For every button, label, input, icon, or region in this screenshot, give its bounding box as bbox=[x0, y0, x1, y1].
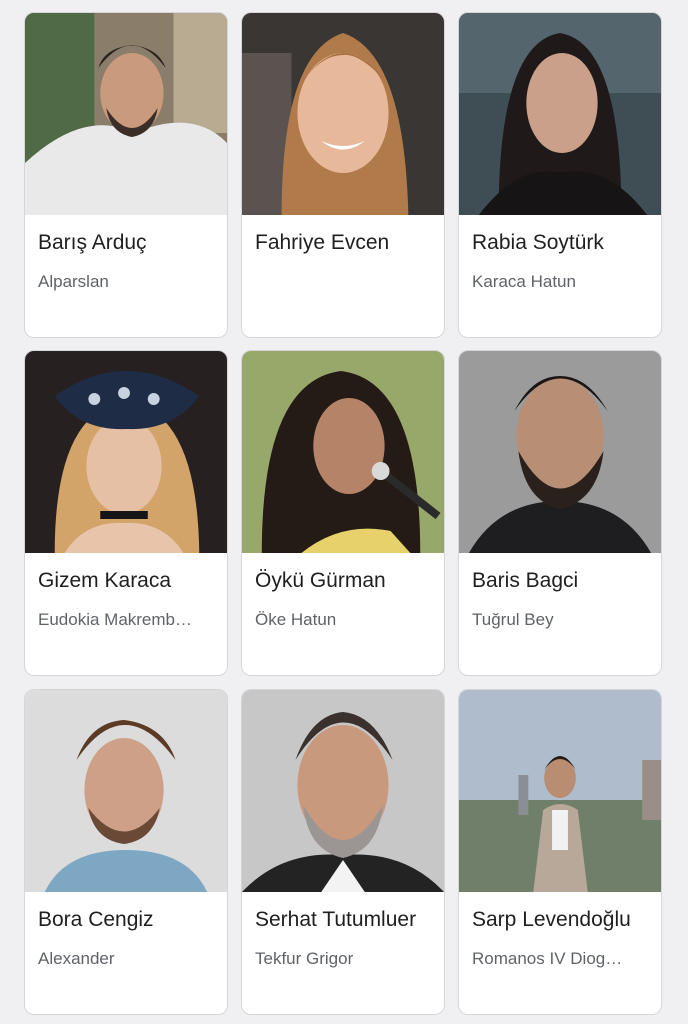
cast-role: Alparslan bbox=[38, 272, 109, 291]
cast-role: Alexander bbox=[38, 949, 115, 968]
cast-role: Tuğrul Bey bbox=[472, 610, 554, 629]
cast-photo bbox=[242, 13, 444, 215]
cast-photo bbox=[459, 13, 661, 215]
cast-card-fahriye-evcen[interactable]: Fahriye Evcen bbox=[241, 12, 445, 338]
cast-photo bbox=[25, 690, 227, 892]
cast-name: Bora Cengiz bbox=[38, 908, 154, 931]
cast-card-sarp-levendoglu[interactable]: Sarp Levendoğlu Romanos IV Diog… bbox=[458, 689, 662, 1015]
cast-photo bbox=[459, 690, 661, 892]
cast-name: Baris Bagci bbox=[472, 569, 579, 592]
cast-role: Eudokia Makremb… bbox=[38, 610, 193, 629]
cast-name: Fahriye Evcen bbox=[255, 231, 390, 254]
cast-name: Sarp Levendoğlu bbox=[472, 908, 631, 931]
cast-card-oyku-gurman[interactable]: Öykü Gürman Öke Hatun bbox=[241, 350, 445, 676]
cast-name: Serhat Tutumluer bbox=[255, 908, 417, 931]
cast-card-bora-cengiz[interactable]: Bora Cengiz Alexander bbox=[24, 689, 228, 1015]
cast-photo bbox=[459, 351, 661, 553]
cast-name: Gizem Karaca bbox=[38, 569, 172, 592]
cast-card-baris-bagci[interactable]: Baris Bagci Tuğrul Bey bbox=[458, 350, 662, 676]
cast-photo bbox=[242, 351, 444, 553]
cast-photo bbox=[242, 690, 444, 892]
cast-role: Karaca Hatun bbox=[472, 272, 576, 291]
cast-name: Rabia Soytürk bbox=[472, 231, 604, 254]
cast-role: Romanos IV Diog… bbox=[472, 949, 623, 968]
cast-name: Barış Arduç bbox=[38, 231, 147, 254]
cast-card-serhat-tutumluer[interactable]: Serhat Tutumluer Tekfur Grigor bbox=[241, 689, 445, 1015]
cast-photo bbox=[25, 351, 227, 553]
cast-name: Öykü Gürman bbox=[255, 569, 386, 592]
cast-role: Tekfur Grigor bbox=[255, 949, 354, 968]
cast-card-gizem-karaca[interactable]: Gizem Karaca Eudokia Makremb… bbox=[24, 350, 228, 676]
cast-card-baris-arduc[interactable]: Barış Arduç Alparslan bbox=[24, 12, 228, 338]
cast-role: Öke Hatun bbox=[255, 610, 337, 629]
cast-grid: Barış Arduç Alparslan Fahriye Evcen Rabi… bbox=[0, 0, 688, 1024]
cast-photo bbox=[25, 13, 227, 215]
cast-card-rabia-soyturk[interactable]: Rabia Soytürk Karaca Hatun bbox=[458, 12, 662, 338]
